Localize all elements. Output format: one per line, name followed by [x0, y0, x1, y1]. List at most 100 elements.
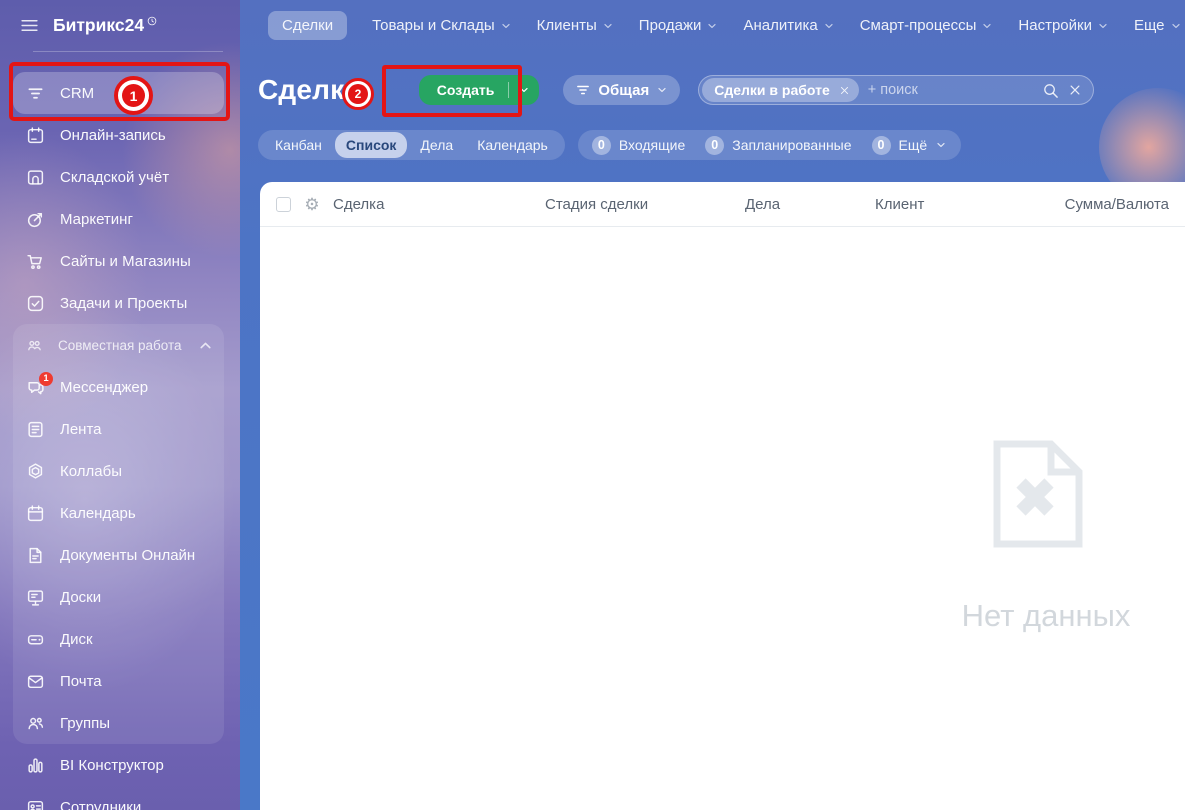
remove-tag-icon[interactable]: [839, 85, 850, 96]
sidebar-item-label: Лента: [60, 420, 102, 438]
id-card-icon: [26, 798, 45, 810]
column-header-stage[interactable]: Стадия сделки: [545, 196, 745, 213]
tab-list[interactable]: Список: [334, 132, 408, 158]
view-tabs-row: Канбан Список Дела Календарь 0 Входящие …: [240, 130, 1185, 160]
funnel-filter-button[interactable]: Общая: [563, 75, 681, 105]
nav-label: Продажи: [638, 16, 702, 34]
counter-label: Запланированные: [732, 137, 852, 153]
table-header-row: ⚙ Сделка Стадия сделки Дела Клиент Сумма…: [260, 182, 1185, 227]
deals-table-panel: ⚙ Сделка Стадия сделки Дела Клиент Сумма…: [260, 182, 1185, 810]
sidebar-item-label: Почта: [60, 672, 102, 690]
filter-tag[interactable]: Сделки в работе: [702, 78, 859, 102]
sidebar-item-online-booking[interactable]: Онлайн-запись: [13, 114, 224, 156]
nav-label: Товары и Склады: [372, 16, 495, 34]
tab-kanban[interactable]: Канбан: [264, 132, 333, 158]
funnel-icon: [575, 82, 591, 98]
hexagon-icon: [26, 462, 45, 481]
counter-value: 0: [871, 135, 891, 155]
chevron-up-icon[interactable]: [197, 337, 214, 354]
search-icon[interactable]: [1042, 82, 1059, 99]
chat-icon: 1: [26, 371, 53, 397]
chevron-down-icon: [935, 139, 947, 151]
app-logo[interactable]: Битрикс24: [53, 15, 157, 36]
search-bar[interactable]: Сделки в работе + поиск: [698, 75, 1095, 105]
sidebar-item-docs-online[interactable]: Документы Онлайн: [13, 534, 224, 576]
column-header-deal[interactable]: Сделка: [333, 196, 545, 213]
sidebar-item-boards[interactable]: Доски: [13, 576, 224, 618]
chevron-down-icon: [1097, 20, 1109, 32]
logo-text: Битрикс24: [53, 14, 145, 35]
empty-state-text: Нет данных: [961, 598, 1131, 633]
nav-sales[interactable]: Продажи: [639, 17, 719, 34]
people-icon: [26, 337, 43, 354]
column-header-client[interactable]: Клиент: [875, 196, 1065, 213]
create-dropdown[interactable]: [509, 84, 539, 96]
sidebar-item-label: Календарь: [60, 504, 136, 522]
column-header-amount[interactable]: Сумма/Валюта: [1065, 196, 1169, 213]
chevron-down-icon: [602, 20, 614, 32]
chevron-down-icon: [518, 84, 530, 96]
sidebar-item-messenger[interactable]: 1 Мессенджер: [13, 366, 224, 408]
counter-label: Ещё: [898, 137, 928, 153]
sidebar-item-label: Мессенджер: [60, 378, 149, 396]
funnel-filter-label: Общая: [598, 81, 650, 99]
sidebar-item-groups[interactable]: Группы: [13, 702, 224, 744]
create-button-label: Создать: [436, 82, 495, 98]
column-header-activities[interactable]: Дела: [745, 196, 875, 213]
sidebar-item-employees[interactable]: Сотрудники: [13, 786, 224, 810]
target-icon: [26, 210, 45, 229]
sidebar-item-collabs[interactable]: Коллабы: [13, 450, 224, 492]
sidebar-item-label: Доски: [60, 588, 102, 606]
tab-calendar[interactable]: Календарь: [466, 132, 559, 158]
cart-icon: [26, 252, 45, 271]
sidebar-group-header-collaboration[interactable]: Совместная работа: [13, 324, 224, 366]
counter-value: 0: [705, 135, 725, 155]
sidebar-item-inventory[interactable]: Складской учёт: [13, 156, 224, 198]
top-navigation: Сделки Товары и Склады Клиенты Продажи А…: [240, 0, 1185, 50]
nav-analytics[interactable]: Аналитика: [743, 17, 834, 34]
sidebar-item-bi-builder[interactable]: BI Конструктор: [13, 744, 224, 786]
nav-settings[interactable]: Настройки: [1018, 17, 1109, 34]
counter-more[interactable]: 0 Ещё: [871, 135, 948, 155]
no-data-document-icon: [993, 440, 1083, 548]
nav-products-warehouses[interactable]: Товары и Склады: [372, 17, 512, 34]
sidebar-item-tasks-projects[interactable]: Задачи и Проекты: [13, 282, 224, 324]
nav-label: Смарт-процессы: [859, 16, 977, 34]
counter-incoming[interactable]: 0 Входящие: [591, 135, 685, 155]
nav-clients[interactable]: Клиенты: [537, 17, 614, 34]
sidebar-item-label: Коллабы: [60, 462, 122, 480]
sidebar-item-sites-stores[interactable]: Сайты и Магазины: [13, 240, 224, 282]
hamburger-menu-icon[interactable]: [20, 16, 39, 35]
calendar-icon: [26, 504, 45, 523]
chevron-down-icon: [981, 20, 993, 32]
nav-deals[interactable]: Сделки: [268, 10, 348, 40]
sidebar-item-calendar[interactable]: Календарь: [13, 492, 224, 534]
sidebar-item-crm[interactable]: CRM: [13, 72, 224, 114]
sidebar-item-label: Группы: [60, 714, 110, 732]
sidebar-item-label: Сотрудники: [60, 798, 142, 810]
create-button[interactable]: Создать: [418, 75, 540, 105]
search-placeholder[interactable]: + поиск: [868, 82, 1033, 98]
counter-planned[interactable]: 0 Запланированные: [705, 135, 852, 155]
sidebar: Битрикс24 CRM Онлайн-запись Складской уч…: [0, 0, 240, 810]
sidebar-item-label: CRM: [60, 84, 95, 102]
sidebar-item-disk[interactable]: Диск: [13, 618, 224, 660]
tab-activities[interactable]: Дела: [409, 132, 464, 158]
calendar-clock-icon: [26, 126, 45, 145]
sidebar-item-mail[interactable]: Почта: [13, 660, 224, 702]
chevron-down-icon: [706, 20, 718, 32]
sidebar-item-feed[interactable]: Лента: [13, 408, 224, 450]
grid-settings-gear-icon[interactable]: ⚙: [303, 196, 321, 213]
unread-badge: 1: [39, 371, 53, 386]
sidebar-item-label: Складской учёт: [60, 168, 170, 186]
chevron-down-icon: [1170, 20, 1182, 32]
feed-icon: [26, 420, 45, 439]
page-header: Сделки Создать Общая Сделки в работе + п…: [240, 50, 1185, 130]
sidebar-item-label: Онлайн-запись: [60, 126, 166, 144]
sidebar-item-marketing[interactable]: Маркетинг: [13, 198, 224, 240]
sidebar-header: Битрикс24: [0, 0, 240, 50]
clear-search-icon[interactable]: [1068, 83, 1082, 97]
select-all-checkbox[interactable]: [276, 196, 291, 212]
nav-smart-processes[interactable]: Смарт-процессы: [860, 17, 994, 34]
nav-more[interactable]: Еще: [1134, 17, 1182, 34]
